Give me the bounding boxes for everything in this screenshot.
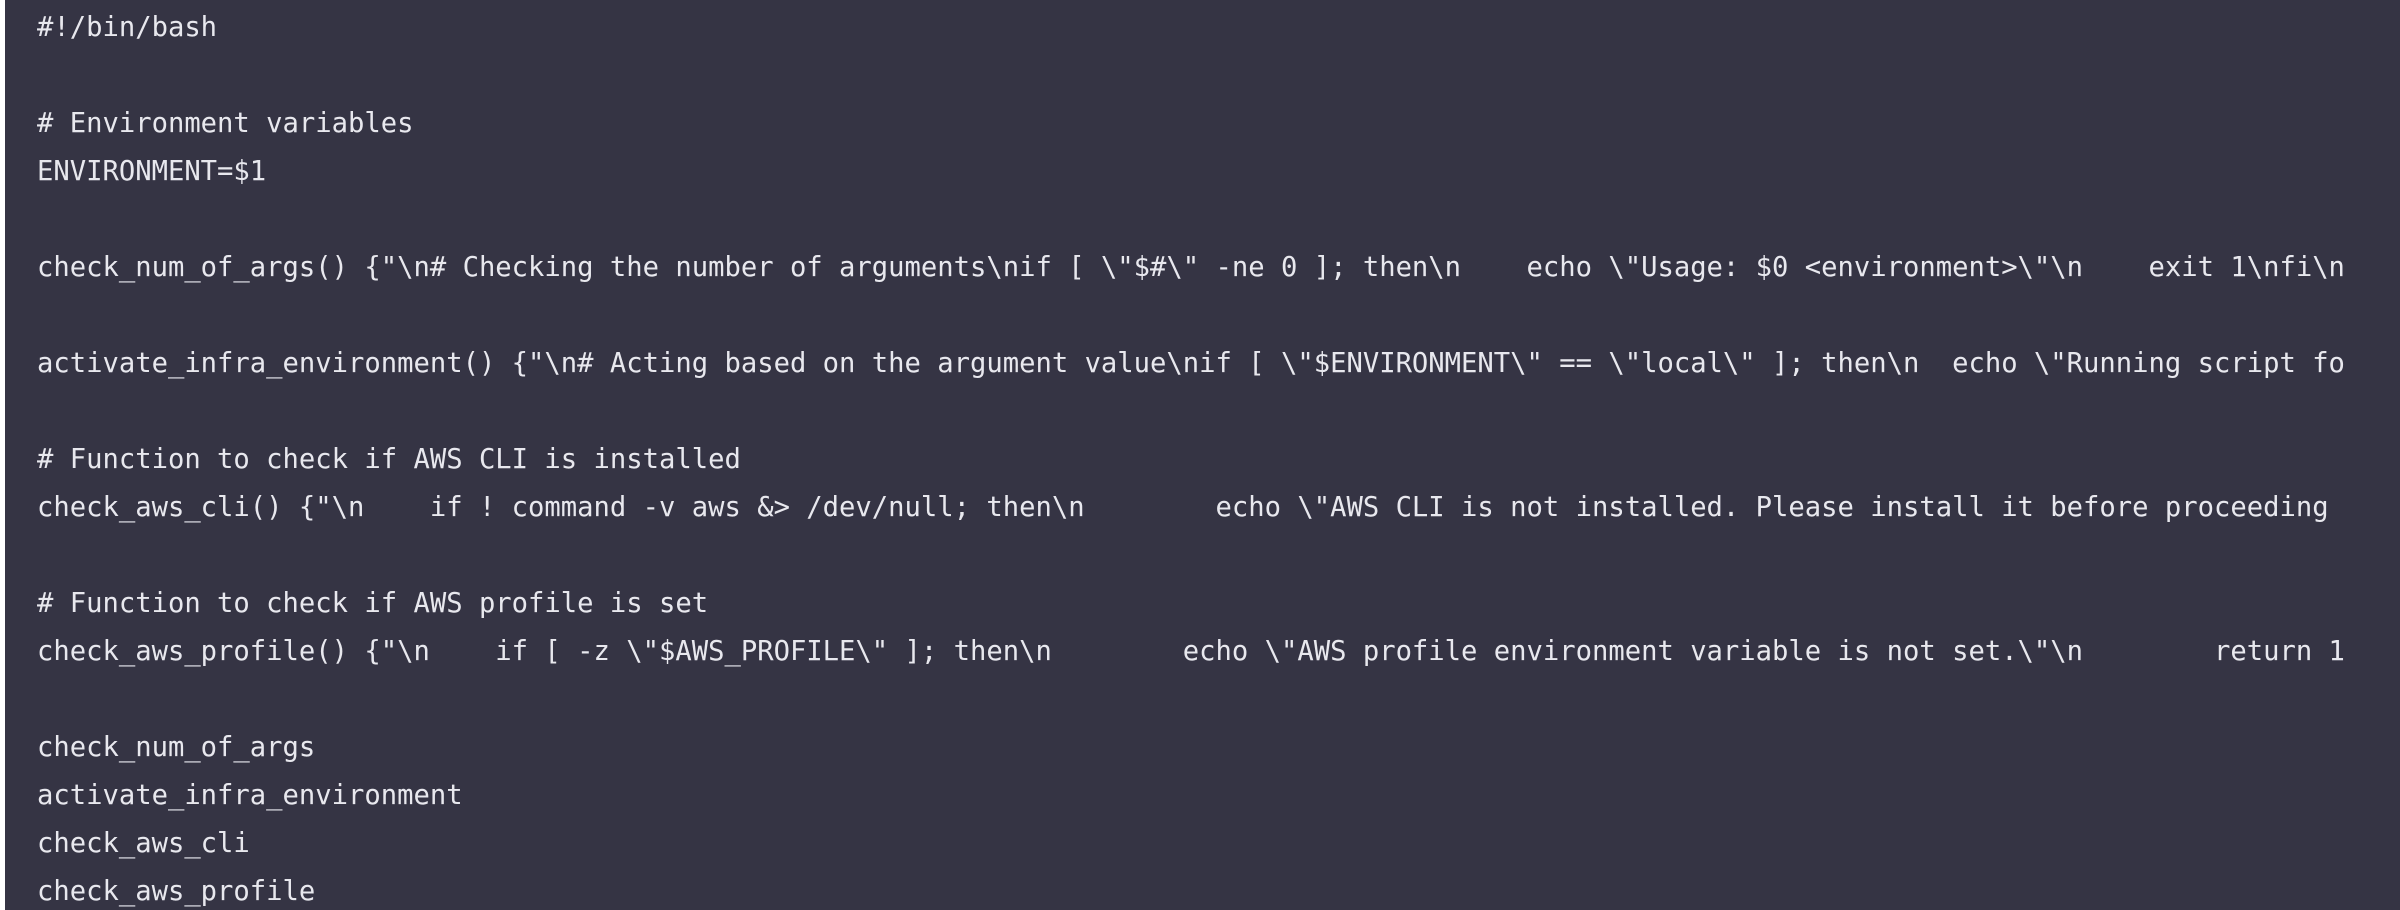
code-line-comment-env: # Environment variables — [37, 108, 414, 139]
code-editor-panel[interactable]: #!/bin/bash # Environment variables ENVIRO… — [5, 0, 2400, 910]
code-line-check-aws-cli-def: check_aws_cli() {"\n if ! command -v aws… — [37, 492, 2329, 523]
code-line-call-check-num-args: check_num_of_args — [37, 732, 316, 763]
code-line-check-num-args-def: check_num_of_args() {"\n# Checking the n… — [37, 252, 2345, 283]
code-line-call-check-aws-profile: check_aws_profile — [37, 876, 316, 907]
code-line-shebang: #!/bin/bash — [37, 12, 218, 43]
code-line-call-check-aws-cli: check_aws_cli — [37, 828, 250, 859]
code-block[interactable]: #!/bin/bash # Environment variables ENVIRO… — [37, 4, 2345, 910]
code-line-env-assign: ENVIRONMENT=$1 — [37, 156, 267, 187]
code-line-comment-aws-cli: # Function to check if AWS CLI is instal… — [37, 444, 741, 475]
code-line-comment-aws-profile: # Function to check if AWS profile is se… — [37, 588, 709, 619]
code-line-activate-infra-def: activate_infra_environment() {"\n# Actin… — [37, 348, 2345, 379]
code-line-check-aws-profile-def: check_aws_profile() {"\n if [ -z \"$AWS_… — [37, 636, 2345, 667]
code-line-call-activate-infra: activate_infra_environment — [37, 780, 463, 811]
